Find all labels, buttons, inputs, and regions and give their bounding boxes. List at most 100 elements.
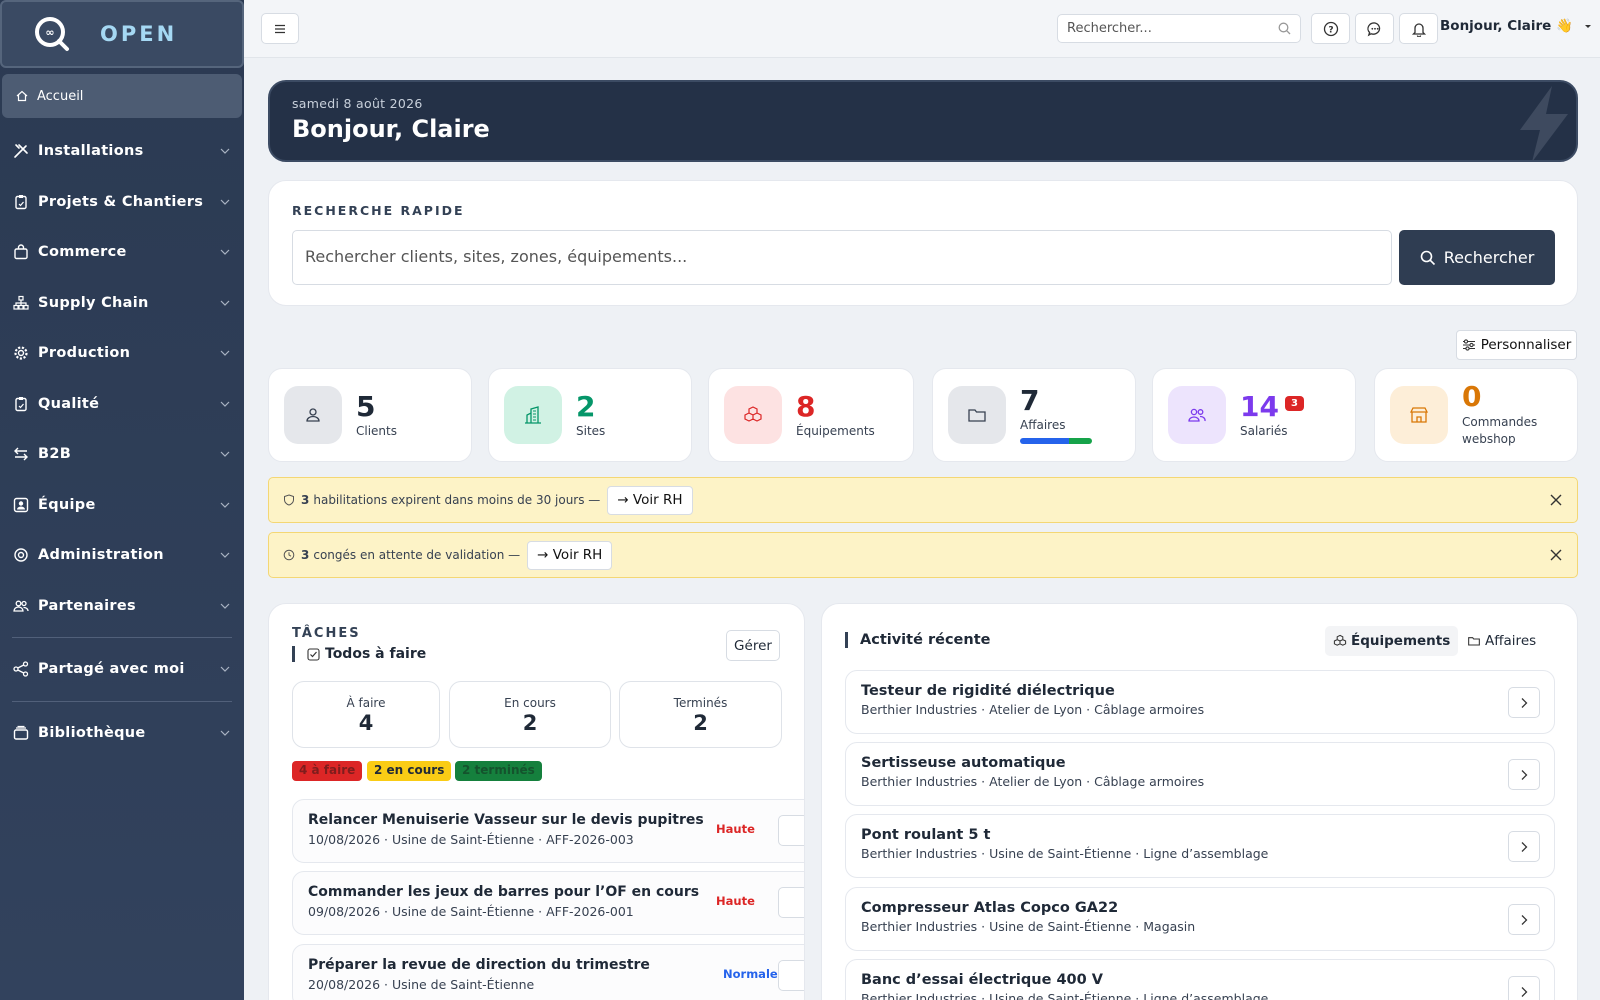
manage-tasks-button[interactable]: Gérer (726, 630, 780, 661)
view-hr-button[interactable]: → Voir RH (607, 485, 693, 515)
activity-row[interactable]: Testeur de rigidité diélectrique Berthie… (845, 670, 1555, 734)
status-badge-done: 2 terminés (455, 761, 542, 781)
task-action-button[interactable] (778, 960, 804, 991)
sidebar-item-commerce[interactable]: Commerce (0, 227, 244, 278)
open-detail-button[interactable] (1508, 831, 1540, 862)
close-icon[interactable] (1549, 548, 1563, 562)
sidebar-item-label: Partenaires (38, 597, 136, 614)
sidebar-item-supply-chain[interactable]: Supply Chain (0, 278, 244, 329)
alert-conges: 3 congés en attente de validation — → Vo… (268, 532, 1578, 578)
stat-card-sites[interactable]: 2 Sites (488, 368, 692, 462)
sidebar-item-label: Commerce (38, 244, 127, 261)
activity-title-text: Compresseur Atlas Copco GA22 (861, 900, 1119, 916)
activity-row[interactable]: Sertisseuse automatique Berthier Industr… (845, 742, 1555, 806)
status-badge-in-progress: 2 en cours (367, 761, 452, 781)
quick-search-button-label: Rechercher (1443, 248, 1535, 267)
chevron-right-icon (1521, 769, 1528, 780)
activity-row[interactable]: Banc d’essai électrique 400 V Berthier I… (845, 959, 1555, 1000)
close-icon[interactable] (1549, 493, 1563, 507)
priority-label: Haute (716, 822, 755, 836)
stat-card-clients[interactable]: 5 Clients (268, 368, 472, 462)
activity-meta: Berthier Industries · Usine de Saint-Éti… (861, 991, 1269, 1000)
person-badge-icon (13, 496, 30, 513)
alert-count: 3 (301, 548, 310, 562)
activity-meta: Berthier Industries · Atelier de Lyon · … (861, 774, 1205, 789)
stat-label: Affaires (1020, 418, 1066, 432)
notifications-button[interactable] (1399, 13, 1438, 44)
sidebar-item-label: Partagé avec moi (38, 661, 185, 678)
divider (12, 637, 232, 638)
messages-button[interactable] (1355, 13, 1394, 44)
sidebar-item-b2b[interactable]: B2B (0, 429, 244, 480)
clipboard-icon (13, 193, 30, 210)
open-detail-button[interactable] (1508, 904, 1540, 935)
user-menu[interactable]: Bonjour, Claire 👋 (1440, 18, 1593, 34)
tasks-subtitle-text: Todos à faire (325, 646, 427, 662)
stat-icon-bg (1390, 386, 1448, 444)
gear-icon (13, 345, 30, 362)
stat-card-salaries[interactable]: 14 3 Salariés (1152, 368, 1356, 462)
menu-toggle-button[interactable] (261, 13, 299, 44)
bell-icon (1411, 22, 1426, 37)
tasks-subtitle: Todos à faire (292, 646, 426, 662)
tab-equipements[interactable]: Équipements (1325, 626, 1459, 656)
global-search-input[interactable]: Rechercher... (1057, 14, 1301, 43)
open-detail-button[interactable] (1508, 759, 1540, 790)
svg-text:∞: ∞ (45, 26, 54, 39)
chevron-right-icon (1521, 914, 1528, 925)
task-action-button[interactable] (778, 887, 804, 918)
checkbox-icon (307, 647, 320, 661)
sidebar-item-accueil[interactable]: Accueil (2, 74, 242, 118)
tab-affaires[interactable]: Affaires (1459, 626, 1544, 656)
activity-meta: Berthier Industries · Atelier de Lyon · … (861, 702, 1205, 717)
sidebar-item-label: B2B (38, 446, 72, 463)
sidebar-item-installations[interactable]: Installations (0, 126, 244, 177)
stat-label: Équipements (796, 424, 875, 438)
stat-value: 14 (1240, 390, 1279, 423)
sidebar-item-label: Projets & Chantiers (38, 193, 204, 210)
sidebar-item-qualite[interactable]: Qualité (0, 379, 244, 430)
customize-button[interactable]: Personnaliser (1456, 330, 1577, 360)
sidebar-item-production[interactable]: Production (0, 328, 244, 379)
sidebar-item-label: Installations (38, 143, 144, 160)
counter-value: 4 (358, 711, 374, 735)
counter-in-progress: En cours 2 (449, 681, 611, 748)
lightning-icon (1520, 86, 1568, 160)
chevron-down-icon (220, 148, 230, 155)
sidebar-item-equipe[interactable]: Équipe (0, 480, 244, 531)
quick-search-input[interactable]: Rechercher clients, sites, zones, équipe… (292, 230, 1392, 285)
sidebar-item-partenaires[interactable]: Partenaires (0, 581, 244, 632)
activity-row[interactable]: Compresseur Atlas Copco GA22 Berthier In… (845, 887, 1555, 951)
brand[interactable]: ∞ OPEN (0, 0, 244, 68)
sidebar-item-label: Bibliothèque (38, 724, 146, 741)
caret-down-icon (1584, 25, 1591, 28)
alert-habilitations: 3 habilitations expirent dans moins de 3… (268, 477, 1578, 523)
stat-card-webshop[interactable]: 0 Commandes webshop (1374, 368, 1578, 462)
quick-search-button[interactable]: Rechercher (1399, 230, 1555, 285)
stat-card-affaires[interactable]: 7 Affaires (932, 368, 1136, 462)
view-hr-button[interactable]: → Voir RH (527, 540, 613, 570)
open-detail-button[interactable] (1508, 687, 1540, 718)
stat-card-equipements[interactable]: 8 Équipements (708, 368, 914, 462)
sidebar-item-partage[interactable]: Partagé avec moi (0, 644, 244, 695)
stat-value: 8 (796, 390, 816, 423)
alert-text: habilitations expirent dans moins de 30 … (313, 493, 601, 507)
stat-label: Salariés (1240, 424, 1288, 438)
stat-label: Sites (576, 424, 606, 438)
open-detail-button[interactable] (1508, 976, 1540, 1000)
task-row[interactable]: Préparer la revue de direction du trimes… (292, 944, 804, 1000)
chevron-down-icon (220, 300, 230, 306)
priority-label: Normale (723, 967, 778, 981)
sidebar-item-label: Qualité (38, 395, 100, 412)
task-row[interactable]: Relancer Menuiserie Vasseur sur le devis… (292, 799, 804, 863)
sidebar-item-administration[interactable]: Administration (0, 530, 244, 581)
chevron-down-icon (220, 502, 230, 508)
task-row[interactable]: Commander les jeux de barres pour l’OF e… (292, 871, 804, 935)
activity-row[interactable]: Pont roulant 5 t Berthier Industries · U… (845, 814, 1555, 878)
task-action-button[interactable] (778, 815, 804, 846)
people-icon (1188, 408, 1206, 422)
chat-icon (1366, 21, 1380, 36)
help-button[interactable]: ? (1311, 13, 1350, 44)
sidebar-item-bibliotheque[interactable]: Bibliothèque (0, 708, 244, 759)
sidebar-item-projets[interactable]: Projets & Chantiers (0, 177, 244, 228)
